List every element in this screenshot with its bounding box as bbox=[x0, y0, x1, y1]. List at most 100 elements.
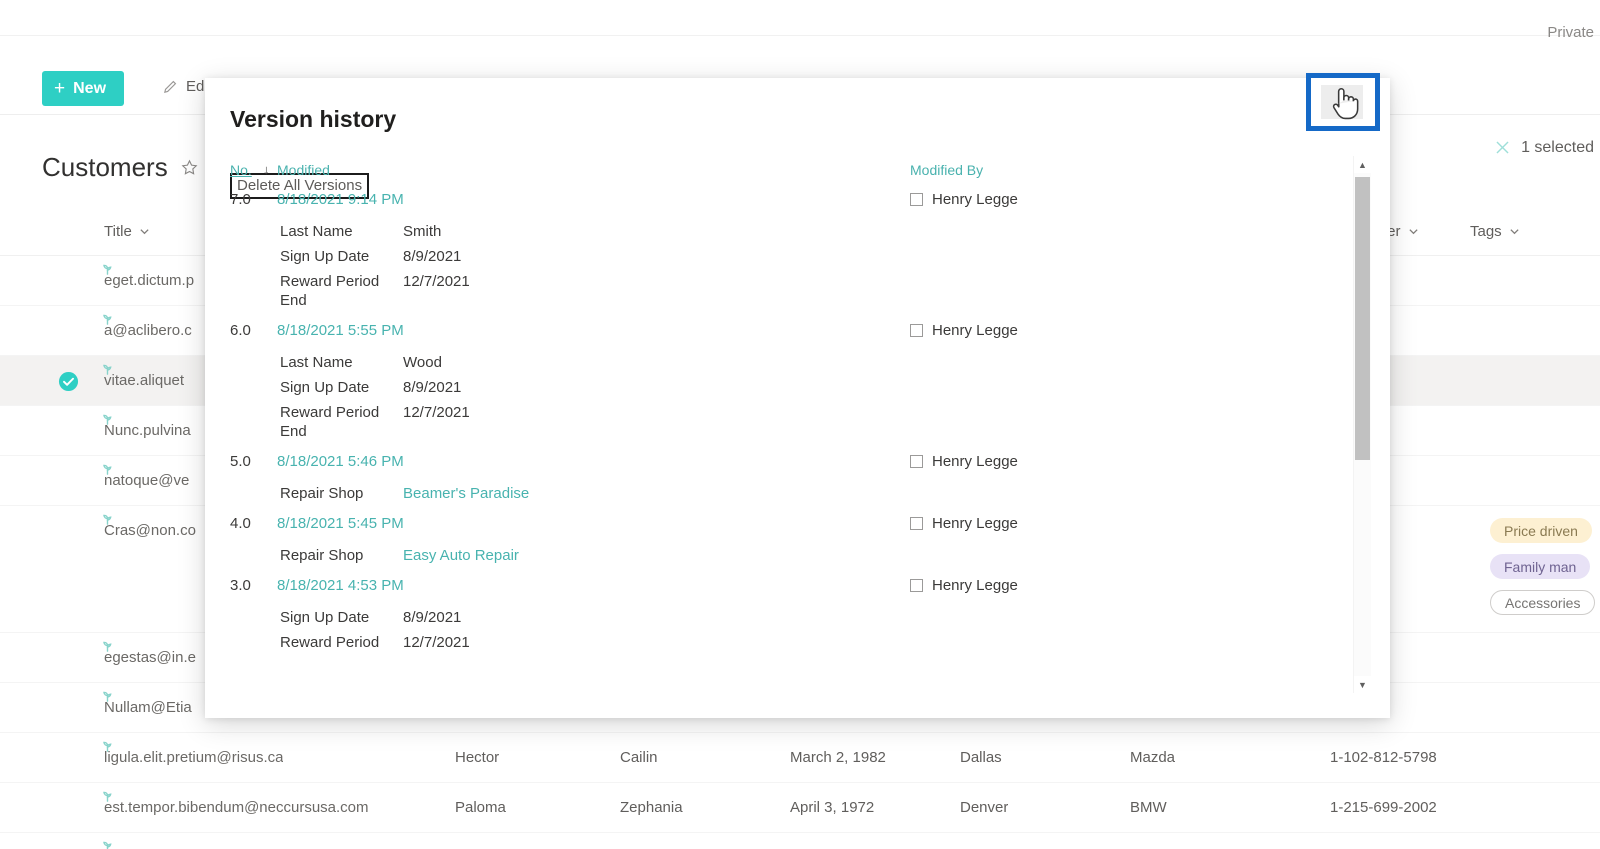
cell-title: ligula.elit.pretium@risus.ca bbox=[104, 749, 284, 766]
dialog-title: Version history bbox=[230, 106, 397, 132]
cell-phone: 1-102-812-5798 bbox=[1330, 749, 1437, 766]
version-field: Reward Period End 12/7/2021 bbox=[225, 271, 1345, 315]
cell-dob: March 2, 1982 bbox=[790, 749, 886, 766]
version-select-checkbox[interactable] bbox=[910, 579, 923, 592]
cell-title: est.tempor.bibendum@neccursusa.com bbox=[104, 799, 369, 816]
new-button[interactable]: + New bbox=[42, 71, 125, 106]
cell-title: Cras@non.co bbox=[104, 522, 196, 539]
column-header-title[interactable]: Title bbox=[104, 223, 150, 240]
version-field-value: 8/9/2021 bbox=[403, 609, 462, 626]
version-row: 7.0 8/18/2021 9:14 PM Henry Legge Last Name… bbox=[225, 186, 1345, 317]
page-title-row: Customers bbox=[42, 152, 199, 183]
cell-city: Denver bbox=[960, 799, 1009, 816]
version-field-value[interactable]: Easy Auto Repair bbox=[403, 547, 519, 564]
app-root: Private + New Edit 1 selected Customers … bbox=[0, 0, 1600, 849]
version-field: Repair Shop Easy Auto Repair bbox=[225, 545, 1345, 570]
version-modified-date-link[interactable]: 8/18/2021 5:55 PM bbox=[277, 322, 404, 339]
version-select-checkbox[interactable] bbox=[910, 455, 923, 468]
version-row: 6.0 8/18/2021 5:55 PM Henry Legge Last Name… bbox=[225, 317, 1345, 448]
version-number: 3.0 bbox=[230, 577, 251, 594]
version-field-value: Smith bbox=[403, 223, 442, 240]
column-header-modified-by[interactable]: Modified By bbox=[910, 162, 983, 178]
cell-last: Zephania bbox=[620, 799, 683, 816]
column-header-tags[interactable]: Tags bbox=[1470, 223, 1520, 240]
scroll-down-icon[interactable]: ▼ bbox=[1354, 676, 1371, 693]
close-icon[interactable] bbox=[1493, 138, 1512, 157]
version-field-label: Sign Up Date bbox=[280, 379, 370, 396]
selection-status[interactable]: 1 selected bbox=[1493, 138, 1594, 157]
version-select-checkbox[interactable] bbox=[910, 517, 923, 530]
version-field-value: 8/9/2021 bbox=[403, 379, 462, 396]
version-field-list: Repair Shop Easy Auto Repair bbox=[225, 541, 1345, 572]
tag-chip: Family man bbox=[1490, 554, 1591, 579]
cell-first: Paloma bbox=[455, 799, 506, 816]
version-field-list: Repair Shop Beamer's Paradise bbox=[225, 479, 1345, 510]
selected-count-label: 1 selected bbox=[1521, 138, 1594, 156]
scroll-up-icon[interactable]: ▲ bbox=[1354, 156, 1371, 173]
cell-dob: April 3, 1972 bbox=[790, 799, 875, 816]
version-modified-by: Henry Legge bbox=[910, 453, 1018, 470]
version-modified-date-link[interactable]: 8/18/2021 4:53 PM bbox=[277, 577, 404, 594]
cell-title: vitae.aliquet bbox=[104, 372, 185, 389]
favorite-star-icon[interactable] bbox=[180, 158, 199, 177]
version-select-checkbox[interactable] bbox=[910, 324, 923, 337]
table-row[interactable]: est.tempor.bibendum@neccursusa.com Paloma… bbox=[0, 783, 1600, 833]
version-field: Reward Period 12/7/2021 bbox=[225, 632, 1345, 657]
cell-car: BMW bbox=[1130, 799, 1167, 816]
sprout-icon bbox=[101, 840, 114, 849]
version-field-label: Sign Up Date bbox=[280, 609, 370, 626]
version-row: 5.0 8/18/2021 5:46 PM Henry Legge Repair Sh… bbox=[225, 448, 1345, 510]
version-field: Last Name Smith bbox=[225, 221, 1345, 246]
version-field-value: 8/9/2021 bbox=[403, 248, 462, 265]
version-modified-by: Henry Legge bbox=[910, 191, 1018, 208]
cell-title: egestas@in.e bbox=[104, 649, 196, 666]
version-field: Reward Period End 12/7/2021 bbox=[225, 402, 1345, 446]
version-field: Repair Shop Beamer's Paradise bbox=[225, 483, 1345, 508]
version-row: 4.0 8/18/2021 5:45 PM Henry Legge Repair Sh… bbox=[225, 510, 1345, 572]
version-number: 4.0 bbox=[230, 515, 251, 532]
version-list-scrollbar[interactable]: ▲ ▼ bbox=[1353, 156, 1371, 693]
version-field-value[interactable]: Beamer's Paradise bbox=[403, 485, 529, 502]
version-modified-by: Henry Legge bbox=[910, 577, 1018, 594]
version-number: 7.0 bbox=[230, 191, 251, 208]
table-row[interactable]: eleifend.nec.malesuada@atrisus.caCoraLuk… bbox=[0, 833, 1600, 849]
table-row[interactable]: ligula.elit.pretium@risus.ca Hector Cailin… bbox=[0, 733, 1600, 783]
version-modified-date-link[interactable]: 8/18/2021 9:14 PM bbox=[277, 191, 404, 208]
cell-title: Nullam@Etia bbox=[104, 699, 192, 716]
row-selected-checkmark-icon[interactable] bbox=[58, 371, 79, 392]
chevron-down-icon[interactable] bbox=[139, 226, 150, 237]
version-field-label: Last Name bbox=[280, 354, 353, 371]
column-header-modified[interactable]: Modified bbox=[277, 162, 330, 178]
chevron-down-icon[interactable] bbox=[1509, 226, 1520, 237]
version-field-list: Sign Up Date 8/9/2021 Reward Period 12/7/20… bbox=[225, 603, 1345, 659]
version-field-value: Wood bbox=[403, 354, 442, 371]
version-modified-by-name: Henry Legge bbox=[932, 515, 1018, 532]
version-field: Sign Up Date 8/9/2021 bbox=[225, 377, 1345, 402]
version-modified-date-link[interactable]: 8/18/2021 5:45 PM bbox=[277, 515, 404, 532]
version-modified-by-name: Henry Legge bbox=[932, 191, 1018, 208]
version-table-header: No. ↓ Modified Modified By bbox=[225, 156, 1345, 186]
cell-title: Nunc.pulvina bbox=[104, 422, 191, 439]
version-field-label: Reward Period End bbox=[280, 273, 380, 309]
version-history-dialog: Version history Delete All Versions No. … bbox=[205, 78, 1390, 718]
column-header-label: Title bbox=[104, 223, 132, 240]
column-header-no[interactable]: No. bbox=[230, 162, 252, 178]
version-modified-date-link[interactable]: 8/18/2021 5:46 PM bbox=[277, 453, 404, 470]
version-field-label: Repair Shop bbox=[280, 547, 364, 564]
scrollbar-thumb[interactable] bbox=[1355, 177, 1370, 460]
version-rows: 7.0 8/18/2021 9:14 PM Henry Legge Last Name… bbox=[225, 186, 1345, 659]
version-modified-by: Henry Legge bbox=[910, 515, 1018, 532]
cell-title: natoque@ve bbox=[104, 472, 190, 489]
cell-title: eget.dictum.p bbox=[104, 272, 195, 289]
version-number: 6.0 bbox=[230, 322, 251, 339]
column-header-label: Tags bbox=[1470, 223, 1502, 240]
chevron-down-icon[interactable] bbox=[1408, 226, 1419, 237]
tag-chip: Accessories bbox=[1490, 590, 1596, 615]
plus-icon: + bbox=[54, 78, 66, 99]
cell-city: Dallas bbox=[960, 749, 1002, 766]
version-row-main: 3.0 8/18/2021 4:53 PM Henry Legge bbox=[225, 572, 1345, 603]
cell-phone: 1-215-699-2002 bbox=[1330, 799, 1437, 816]
version-select-checkbox[interactable] bbox=[910, 193, 923, 206]
version-history-table: No. ↓ Modified Modified By 7.0 8/18/2021 … bbox=[225, 156, 1345, 659]
site-top-bar bbox=[0, 0, 1600, 36]
